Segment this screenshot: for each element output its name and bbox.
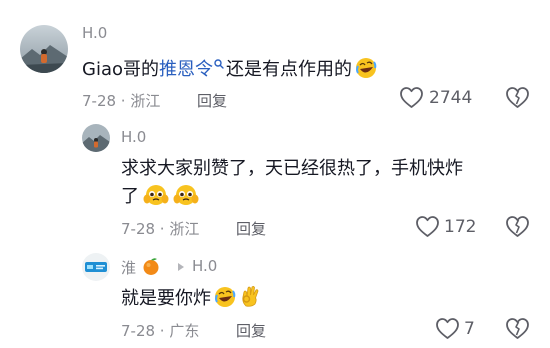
comment-date-location: 7-28 · 浙江	[82, 92, 161, 110]
tangerine-icon	[141, 256, 161, 280]
pleading-face-emoji	[142, 182, 170, 211]
like-count: 7	[464, 319, 475, 339]
reply-arrow-icon	[177, 262, 185, 272]
reply-button[interactable]: 回复	[236, 320, 266, 341]
search-icon[interactable]	[214, 59, 224, 69]
reply-button[interactable]: 回复	[197, 90, 227, 111]
comment-username[interactable]: H.0	[121, 128, 146, 146]
heart-icon[interactable]	[435, 317, 460, 340]
comment-text-end: 了	[121, 186, 139, 207]
avatar[interactable]	[20, 25, 68, 73]
like-count: 2744	[429, 88, 473, 108]
comment-date-location: 7-28 · 广东	[121, 322, 200, 340]
avatar[interactable]	[82, 124, 110, 152]
comment-text-before: Giao哥的	[82, 59, 159, 80]
dislike-icon[interactable]	[505, 215, 530, 238]
ok-hand-emoji	[239, 284, 263, 313]
heart-icon[interactable]	[415, 215, 440, 238]
like-count: 172	[444, 217, 477, 237]
hashtag-link[interactable]: 推恩令	[159, 59, 213, 80]
avatar[interactable]	[82, 253, 110, 281]
rolling-laugh-emoji	[214, 286, 236, 313]
reply-button[interactable]: 回复	[236, 218, 266, 239]
reply-to-username[interactable]: H.0	[192, 257, 217, 275]
comment-text: Giao哥的推恩令 还是有点作用的	[82, 55, 377, 84]
comment-text-after: 还是有点作用的	[226, 59, 352, 80]
dislike-icon[interactable]	[505, 86, 530, 109]
comment-username[interactable]: H.0	[82, 24, 107, 42]
comment-text-body: 就是要你炸	[121, 288, 211, 309]
dislike-icon[interactable]	[505, 317, 530, 340]
rolling-laugh-emoji	[355, 57, 377, 84]
comment-text-line2: 了	[121, 182, 200, 211]
comment-date-location: 7-28 · 浙江	[121, 220, 200, 238]
pleading-face-emoji	[172, 182, 200, 211]
heart-icon[interactable]	[399, 86, 424, 109]
comment-text-line1: 求求大家别赞了，天已经很热了，手机快炸	[121, 158, 463, 179]
comment-username[interactable]: 淮	[121, 257, 136, 278]
comment-text: 就是要你炸	[121, 284, 263, 313]
